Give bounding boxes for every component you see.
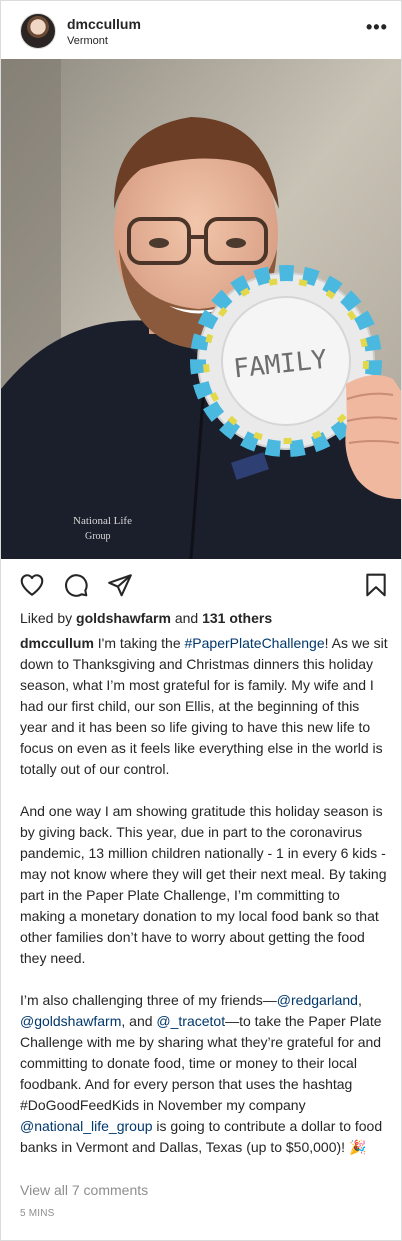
avatar[interactable]: [20, 13, 56, 49]
post-image[interactable]: National Life Group FAMILY: [1, 59, 401, 559]
likes-prefix: Liked by: [20, 610, 73, 626]
more-options-button[interactable]: •••: [366, 17, 388, 37]
instagram-post-card: dmccullum Vermont ••• National Life Grou…: [0, 0, 402, 1241]
caption-paragraph-3: I’m also challenging three of my friends…: [20, 992, 383, 1155]
comment-icon[interactable]: [63, 572, 89, 598]
caption-username-link[interactable]: dmccullum: [20, 635, 94, 651]
share-icon[interactable]: [107, 572, 133, 598]
post-header: dmccullum Vermont •••: [1, 1, 401, 59]
caption-paragraph-1: dmccullum I'm taking the #PaperPlateChal…: [20, 635, 388, 777]
post-timestamp: 5 MINS: [20, 1208, 55, 1219]
heart-icon[interactable]: [19, 572, 45, 598]
mention-link[interactable]: @national_life_group: [20, 1118, 153, 1134]
mention-link[interactable]: @redgarland: [277, 992, 358, 1008]
view-comments-link[interactable]: View all 7 comments: [20, 1182, 148, 1198]
svg-text:Group: Group: [85, 531, 111, 542]
bookmark-icon[interactable]: [363, 572, 389, 598]
mention-link[interactable]: @goldshawfarm: [20, 1013, 121, 1029]
username-link[interactable]: dmccullum: [67, 16, 141, 32]
likes-others-link[interactable]: 131 others: [202, 610, 272, 626]
mention-link[interactable]: @_tracetot: [156, 1013, 225, 1029]
action-bar: [1, 559, 401, 609]
caption-paragraph-2: And one way I am showing gratitude this …: [20, 803, 387, 966]
svg-text:National Life: National Life: [73, 515, 132, 527]
likes-summary: Liked by goldshawfarm and 131 others: [20, 609, 272, 627]
likes-joiner: and: [174, 610, 199, 626]
hashtag-link[interactable]: #PaperPlateChallenge: [185, 635, 325, 651]
liker-username-link[interactable]: goldshawfarm: [76, 610, 171, 626]
post-caption: dmccullum I'm taking the #PaperPlateChal…: [20, 633, 388, 1158]
location-link[interactable]: Vermont: [67, 35, 108, 47]
